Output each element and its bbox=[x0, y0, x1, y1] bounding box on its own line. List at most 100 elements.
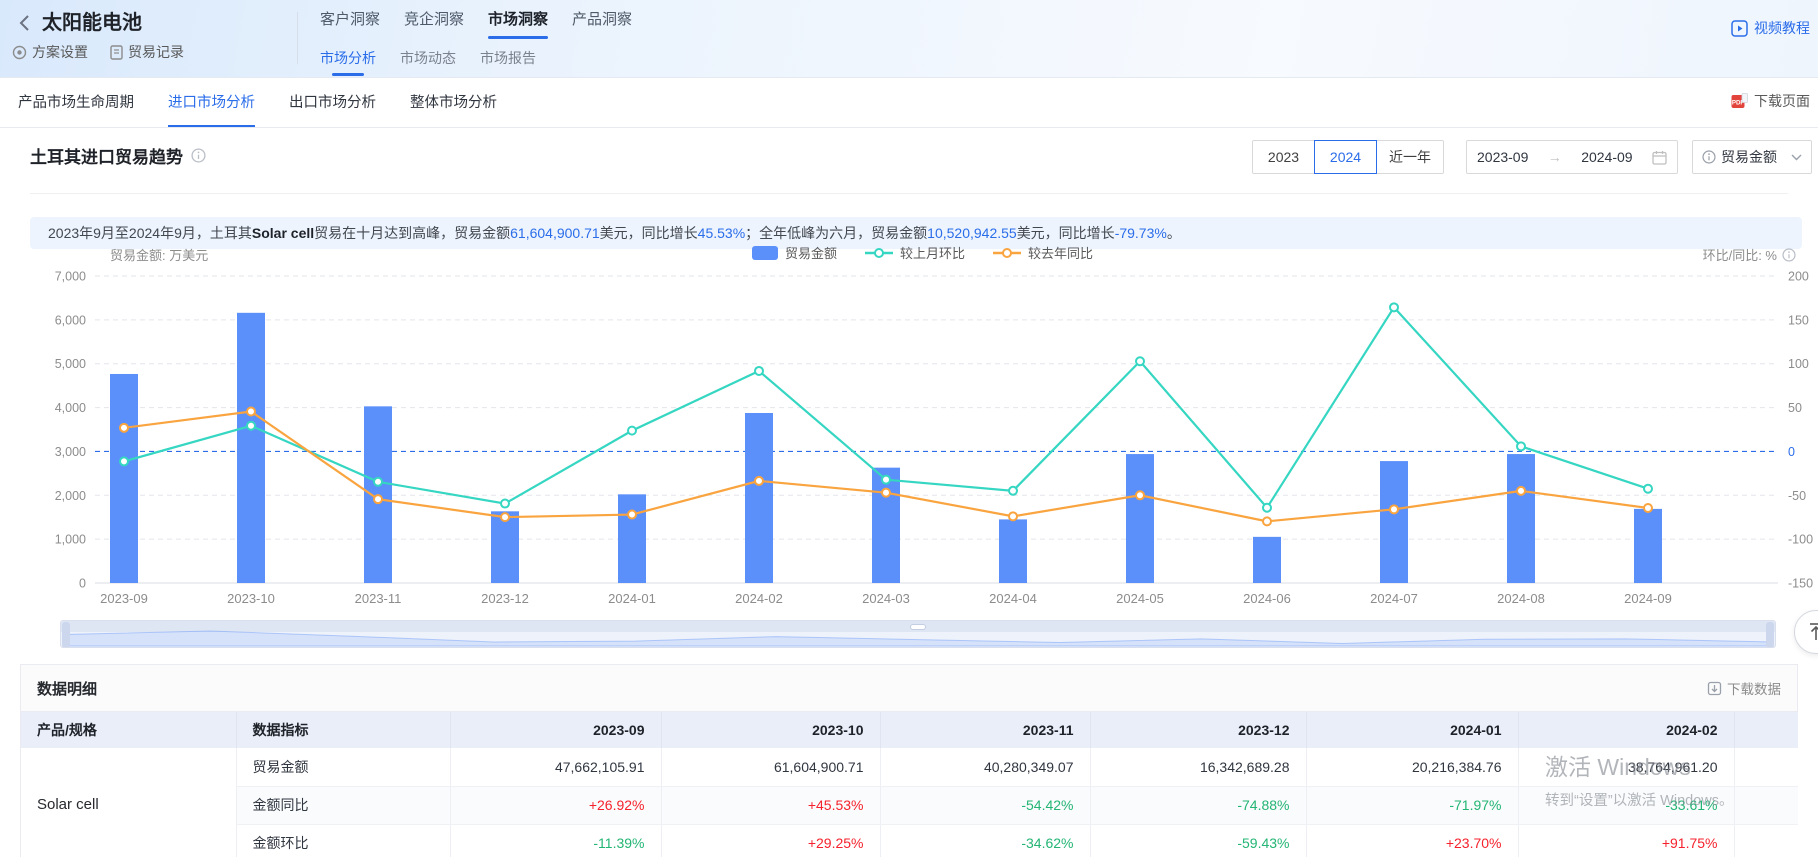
trend-chart[interactable]: 7,0002006,0001505,0001004,000503,00002,0… bbox=[0, 262, 1818, 614]
legend-label: 贸易金额 bbox=[785, 243, 837, 262]
point-2024-06[interactable] bbox=[1263, 504, 1271, 512]
date-range-picker[interactable]: 2023-09 → 2024-09 bbox=[1466, 140, 1678, 174]
point-2024-08[interactable] bbox=[1517, 487, 1525, 495]
summary-segment: 美元，同比增长 bbox=[1017, 223, 1115, 243]
bar-2024-04[interactable] bbox=[999, 519, 1027, 583]
download-page-label: 下载页面 bbox=[1754, 91, 1810, 111]
nav-overall-analysis[interactable]: 整体市场分析 bbox=[410, 79, 497, 127]
subtab-market-dynamics[interactable]: 市场动态 bbox=[400, 48, 456, 76]
table-cell: 20,216,384.76 bbox=[1306, 748, 1518, 786]
point-2024-04[interactable] bbox=[1009, 487, 1017, 495]
point-2024-09[interactable] bbox=[1644, 504, 1652, 512]
point-2023-12[interactable] bbox=[501, 513, 509, 521]
tab-product-insight[interactable]: 产品洞察 bbox=[572, 8, 632, 39]
product-cell: Solar cell bbox=[21, 748, 236, 857]
subtab-market-report[interactable]: 市场报告 bbox=[480, 48, 536, 76]
table-cell: +29.25% bbox=[661, 824, 880, 857]
bar-2023-10[interactable] bbox=[237, 313, 265, 583]
download-data-button[interactable]: 下载数据 bbox=[1707, 678, 1781, 698]
table-cell: +45.53% bbox=[661, 786, 880, 824]
datazoom-grip[interactable] bbox=[910, 624, 926, 630]
bar-2024-05[interactable] bbox=[1126, 454, 1154, 583]
datazoom-right-handle[interactable] bbox=[1766, 622, 1774, 648]
svg-text:0: 0 bbox=[1788, 445, 1795, 459]
tab-market-insight[interactable]: 市场洞察 bbox=[488, 8, 548, 39]
point-2023-11[interactable] bbox=[374, 478, 382, 486]
nav-import-analysis[interactable]: 进口市场分析 bbox=[168, 79, 255, 127]
divider bbox=[30, 193, 1788, 194]
point-2023-09[interactable] bbox=[120, 457, 128, 465]
subtab-market-analysis[interactable]: 市场分析 bbox=[320, 48, 376, 76]
table-cell: 16,342,689.28 bbox=[1090, 748, 1306, 786]
legend-item-right[interactable]: 较去年同比 bbox=[993, 243, 1093, 262]
datazoom-left-handle[interactable] bbox=[62, 622, 70, 648]
point-2023-12[interactable] bbox=[501, 500, 509, 508]
recent-year-button[interactable]: 近一年 bbox=[1376, 140, 1444, 174]
bar-2023-09[interactable] bbox=[110, 374, 138, 583]
point-2024-02[interactable] bbox=[755, 477, 763, 485]
legend-item-right[interactable]: 较上月环比 bbox=[865, 243, 965, 262]
point-2024-01[interactable] bbox=[628, 511, 636, 519]
back-to-top-button[interactable] bbox=[1794, 610, 1818, 654]
nav-product-lifecycle[interactable]: 产品市场生命周期 bbox=[18, 79, 134, 127]
point-2024-04[interactable] bbox=[1009, 512, 1017, 520]
point-2024-06[interactable] bbox=[1263, 517, 1271, 525]
trade-records-link[interactable]: 贸易记录 bbox=[110, 42, 184, 62]
point-2024-03[interactable] bbox=[882, 476, 890, 484]
video-tutorial-link[interactable]: 视频教程 bbox=[1731, 18, 1810, 38]
datazoom-slider[interactable] bbox=[60, 620, 1776, 648]
point-2023-10[interactable] bbox=[247, 422, 255, 430]
point-2024-05[interactable] bbox=[1136, 357, 1144, 365]
table-cell: -11.39% bbox=[450, 824, 661, 857]
table-cell: -34.62% bbox=[880, 824, 1090, 857]
year-2023-button[interactable]: 2023 bbox=[1252, 140, 1315, 174]
svg-text:2024-08: 2024-08 bbox=[1497, 591, 1545, 606]
point-2024-08[interactable] bbox=[1517, 442, 1525, 450]
data-detail-section: 数据明细 下载数据 产品/规格数据指标2023-092023-102023-11… bbox=[20, 664, 1798, 857]
metric-cell: 贸易金额 bbox=[236, 748, 450, 786]
summary-segment: 10,520,942.55 bbox=[927, 225, 1017, 241]
table-cell: 61,604,900.71 bbox=[661, 748, 880, 786]
table-row: Solar cell贸易金额47,662,105.9161,604,900.71… bbox=[21, 748, 1798, 786]
point-2023-09[interactable] bbox=[120, 424, 128, 432]
point-2024-07[interactable] bbox=[1390, 303, 1398, 311]
point-2024-02[interactable] bbox=[755, 367, 763, 375]
summary-segment: ；全年低峰为六月，贸易金额 bbox=[745, 223, 927, 243]
summary-segment: 。 bbox=[1167, 223, 1181, 243]
scheme-settings-link[interactable]: 方案设置 bbox=[12, 42, 88, 62]
svg-text:-50: -50 bbox=[1788, 489, 1806, 503]
point-2023-11[interactable] bbox=[374, 495, 382, 503]
point-2024-01[interactable] bbox=[628, 427, 636, 435]
table-cell: +26.92% bbox=[450, 786, 661, 824]
legend-label: 较去年同比 bbox=[1028, 243, 1093, 262]
info-icon[interactable] bbox=[191, 148, 206, 163]
scheme-settings-label: 方案设置 bbox=[32, 42, 88, 62]
bar-2024-03[interactable] bbox=[872, 468, 900, 583]
bar-2024-06[interactable] bbox=[1253, 537, 1281, 583]
bar-2024-02[interactable] bbox=[745, 413, 773, 583]
play-video-icon bbox=[1731, 20, 1748, 37]
metric-cell: 金额同比 bbox=[236, 786, 450, 824]
metric-select[interactable]: 贸易金额 bbox=[1692, 140, 1812, 174]
point-2024-05[interactable] bbox=[1136, 491, 1144, 499]
download-page-button[interactable]: PDF 下载页面 bbox=[1731, 91, 1810, 111]
tab-customer-insight[interactable]: 客户洞察 bbox=[320, 8, 380, 39]
data-detail-title: 数据明细 bbox=[37, 678, 97, 699]
legend-item-bar[interactable]: 贸易金额 bbox=[752, 243, 837, 262]
back-button[interactable] bbox=[16, 12, 34, 34]
svg-text:2023-10: 2023-10 bbox=[227, 591, 275, 606]
bar-2024-09[interactable] bbox=[1634, 509, 1662, 583]
bar-2024-08[interactable] bbox=[1507, 454, 1535, 583]
nav-export-analysis[interactable]: 出口市场分析 bbox=[289, 79, 376, 127]
bar-2024-01[interactable] bbox=[618, 494, 646, 583]
year-2024-button[interactable]: 2024 bbox=[1314, 140, 1377, 174]
point-2023-10[interactable] bbox=[247, 407, 255, 415]
info-icon[interactable] bbox=[1782, 248, 1796, 262]
point-2024-03[interactable] bbox=[882, 489, 890, 497]
point-2024-09[interactable] bbox=[1644, 485, 1652, 493]
tab-competitor-insight[interactable]: 竞企洞察 bbox=[404, 8, 464, 39]
point-2024-07[interactable] bbox=[1390, 505, 1398, 513]
bar-2024-07[interactable] bbox=[1380, 461, 1408, 583]
table-cell: +91.75% bbox=[1518, 824, 1734, 857]
trade-records-label: 贸易记录 bbox=[128, 42, 184, 62]
